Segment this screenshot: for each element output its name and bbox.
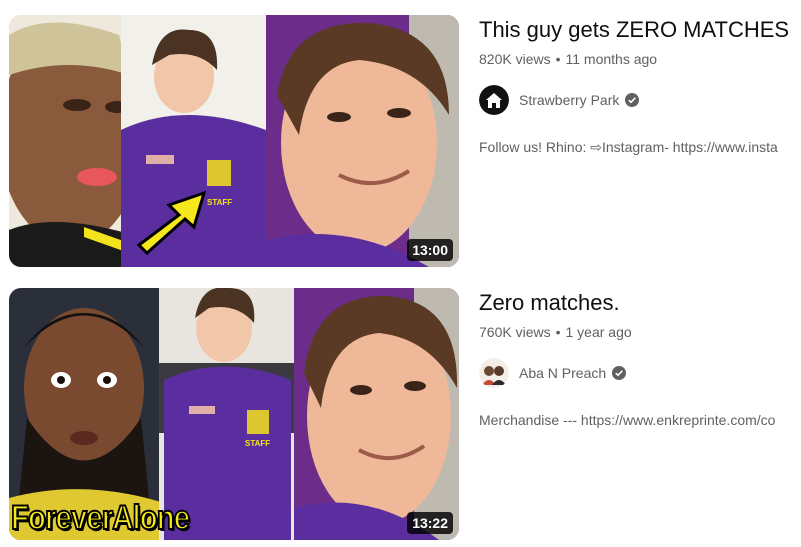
separator-dot: • [555,51,561,67]
svg-text:STAFF: STAFF [245,439,270,448]
video-thumbnail[interactable]: STAFF 13:00 [9,15,459,267]
video-title[interactable]: Zero matches. [479,288,801,318]
video-duration: 13:22 [407,512,453,534]
thumbnail-image: STAFF [9,15,459,267]
video-thumbnail[interactable]: STAFF ForeverAlone 13:22 [9,288,459,540]
svg-text:STAFF: STAFF [207,198,232,207]
video-meta: This guy gets ZERO MATCHES 820K views • 11… [479,15,801,157]
video-meta: Zero matches. 760K views • 1 year ago Aba … [479,288,801,430]
video-title[interactable]: This guy gets ZERO MATCHES [479,15,801,45]
video-stats: 760K views • 1 year ago [479,322,801,342]
channel-avatar[interactable] [479,85,509,115]
channel-name[interactable]: Strawberry Park [519,90,619,110]
video-description: Merchandise --- https://www.enkreprinte.… [479,412,776,428]
view-count: 760K views [479,324,551,340]
house-icon [479,85,509,115]
separator-dot: • [555,324,561,340]
video-result[interactable]: STAFF 13:00 This guy gets ZERO MATCHES 8… [9,15,801,267]
channel-name[interactable]: Aba N Preach [519,363,606,383]
channel-link[interactable]: Strawberry Park [479,85,801,115]
video-stats: 820K views • 11 months ago [479,49,801,69]
verified-check-icon [625,93,640,107]
view-count: 820K views [479,51,551,67]
video-result[interactable]: STAFF ForeverAlone 13:22 Zero matches. 7… [9,288,801,540]
video-duration: 13:00 [407,239,453,261]
video-description: Follow us! Rhino: ⇨Instagram- https://ww… [479,139,778,155]
upload-age: 1 year ago [565,324,632,340]
upload-age: 11 months ago [565,51,658,67]
thumbnail-overlay-text: ForeverAlone [10,499,191,537]
channel-link[interactable]: Aba N Preach [479,358,801,388]
verified-check-icon [612,366,627,380]
channel-avatar[interactable] [479,358,509,388]
two-people-avatar [479,358,509,388]
